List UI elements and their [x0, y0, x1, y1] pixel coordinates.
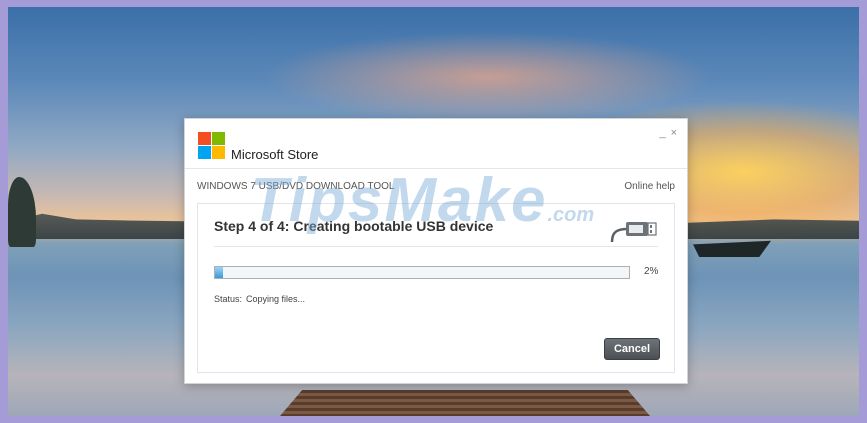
status-value: Copying files... [246, 294, 306, 304]
progress-percent: 2% [644, 266, 659, 277]
divider [214, 246, 658, 247]
progress-fill [215, 267, 224, 278]
status-label: Status: [214, 294, 243, 304]
progress-bar [214, 266, 630, 279]
usb-download-tool-dialog: Microsoft Store _ × WINDOWS 7 USB/DVD DO… [184, 118, 688, 384]
wallpaper-tree [8, 177, 36, 247]
tool-name: WINDOWS 7 USB/DVD DOWNLOAD TOOL [197, 181, 395, 192]
cancel-button[interactable]: Cancel [604, 338, 660, 360]
online-help-link[interactable]: Online help [624, 181, 675, 192]
usb-icon [610, 222, 657, 243]
wallpaper-boat [693, 240, 771, 257]
window-controls: _ × [659, 127, 677, 139]
brand-label: Microsoft Store [231, 147, 319, 162]
step-panel: Step 4 of 4: Creating bootable USB devic… [197, 203, 675, 373]
wallpaper-dock [280, 390, 650, 416]
minimize-button[interactable]: _ [659, 127, 665, 139]
app-header: WINDOWS 7 USB/DVD DOWNLOAD TOOL Online h… [185, 168, 687, 193]
microsoft-logo-icon [198, 132, 226, 160]
step-title: Step 4 of 4: Creating bootable USB devic… [214, 218, 494, 234]
status-line: Status: Copying files... [214, 294, 305, 304]
close-button[interactable]: × [671, 127, 677, 139]
